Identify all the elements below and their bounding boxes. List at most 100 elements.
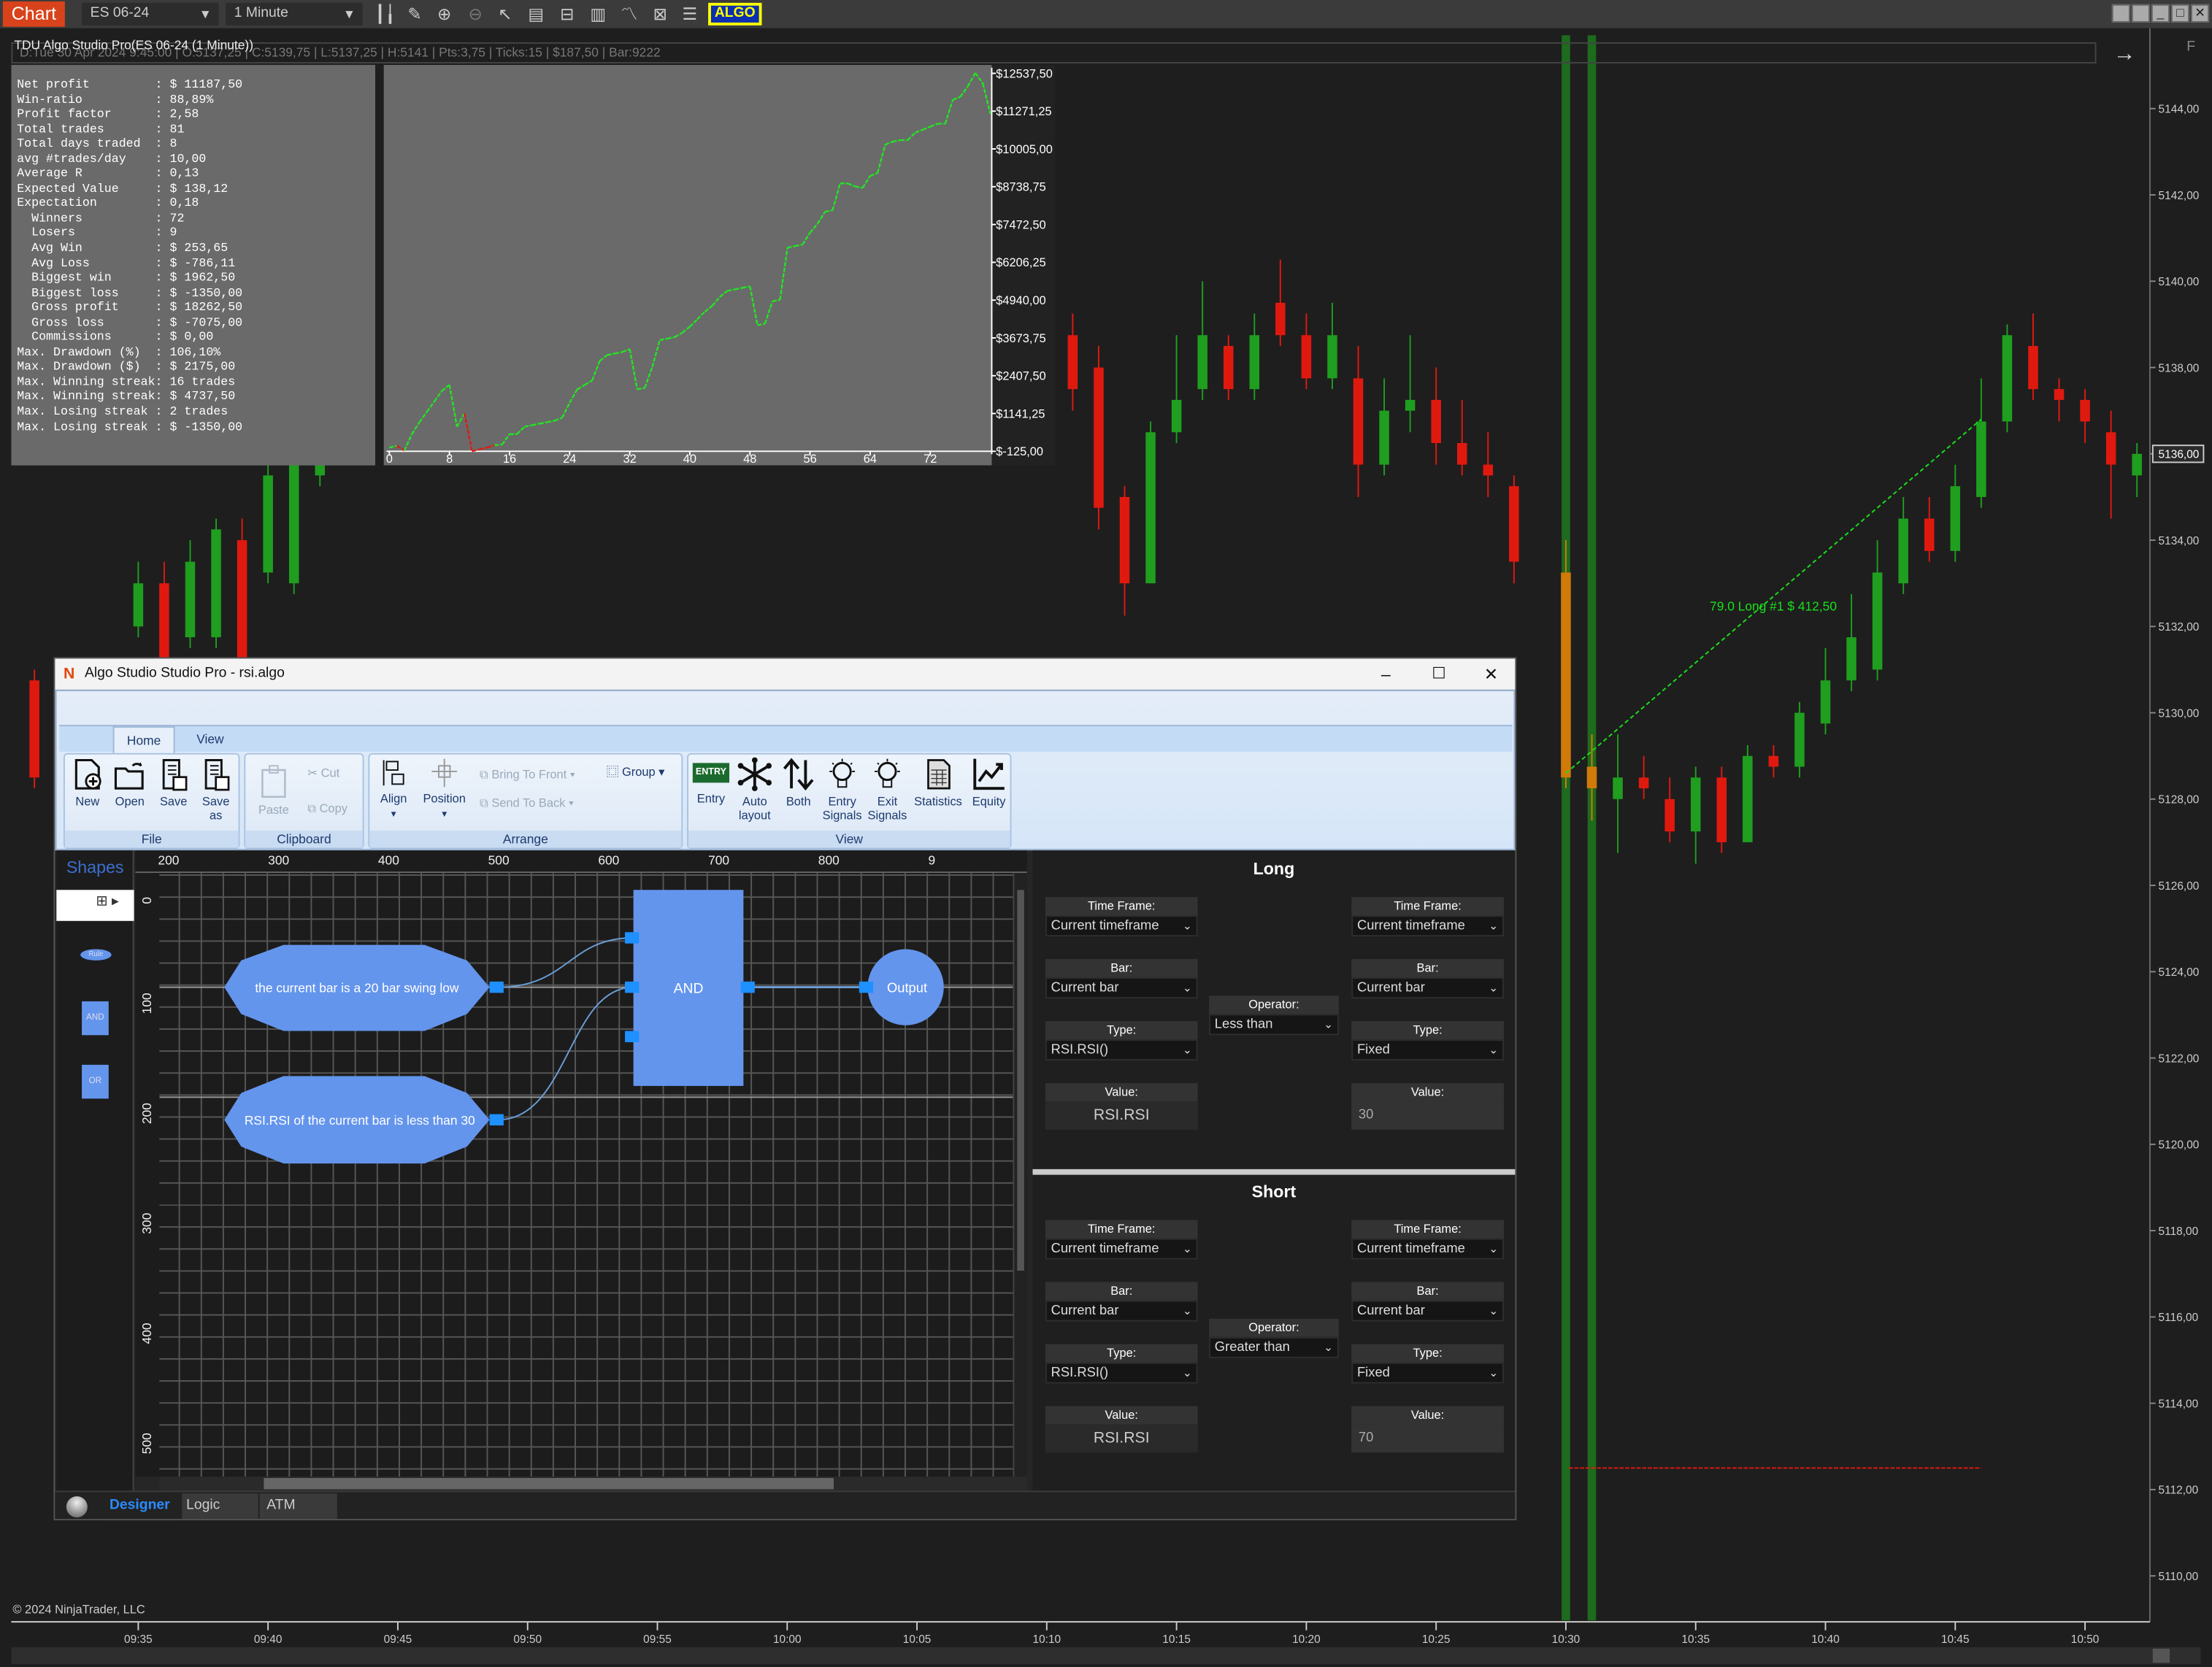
horizontal-scrollbar[interactable] — [11, 1647, 2201, 1665]
candle[interactable] — [1898, 496, 1908, 594]
entry-signals-button[interactable]: Entry Signals — [821, 758, 864, 823]
palette-and[interactable]: AND — [82, 1001, 109, 1036]
right-timeframe-select[interactable]: Current timeframe ⌄ — [1351, 1238, 1504, 1260]
input-port[interactable] — [859, 981, 874, 993]
strategies-icon[interactable]: ⊠ — [649, 3, 672, 26]
save-as-button[interactable]: Save as — [198, 758, 234, 823]
candle[interactable] — [1794, 701, 1805, 778]
candle[interactable] — [237, 518, 247, 681]
minimize-button[interactable]: – — [1381, 658, 1391, 690]
candle[interactable] — [1119, 486, 1130, 616]
right-value-field[interactable]: 70 — [1351, 1424, 1504, 1453]
and-node[interactable]: AND — [625, 890, 755, 1086]
output-port[interactable] — [489, 1114, 504, 1125]
rule-node-rsi[interactable]: RSI.RSI of the current bar is less than … — [224, 1076, 504, 1164]
copy-button[interactable]: ⧉ Copy — [307, 801, 347, 817]
candle[interactable] — [1353, 345, 1364, 497]
candle[interactable] — [2132, 443, 2142, 497]
horizontal-scrollbar[interactable] — [159, 1477, 1027, 1491]
chart-tab[interactable]: Chart — [2, 1, 65, 27]
candle[interactable] — [1820, 647, 1831, 735]
candle[interactable] — [1743, 744, 1753, 842]
candle[interactable] — [1379, 378, 1389, 476]
drawing-tools-icon[interactable]: 〽 — [618, 3, 640, 26]
candle[interactable] — [1846, 593, 1856, 692]
candle[interactable] — [1405, 335, 1416, 433]
candle[interactable] — [185, 540, 196, 648]
candle[interactable] — [1768, 744, 1779, 778]
align-button[interactable]: Align ▼ — [375, 758, 412, 823]
candle[interactable] — [1223, 335, 1234, 400]
input-port[interactable] — [625, 981, 640, 993]
properties-icon[interactable]: ⊟ — [556, 3, 578, 26]
output-port[interactable] — [740, 981, 755, 993]
statistics-button[interactable]: Statistics — [911, 758, 964, 808]
candle[interactable] — [1483, 432, 1494, 497]
candle[interactable] — [1690, 766, 1701, 864]
title-bar[interactable]: N Algo Studio Studio Pro - rsi.algo – ☐ … — [55, 658, 1516, 690]
maximize-button[interactable]: □ — [2170, 4, 2190, 23]
candle[interactable] — [1456, 399, 1467, 476]
candle[interactable] — [2105, 410, 2116, 519]
panel-splitter[interactable] — [1032, 1169, 1516, 1175]
candle[interactable] — [1171, 335, 1182, 444]
chart-trader-icon[interactable]: ▥ — [587, 3, 610, 26]
tab-designer[interactable]: Designer — [100, 1493, 180, 1520]
left-type-select[interactable]: RSI.RSI() ⌄ — [1045, 1362, 1198, 1384]
candle[interactable] — [1249, 313, 1260, 400]
arrow-right-icon[interactable]: → — [2113, 42, 2136, 68]
input-port[interactable] — [625, 932, 640, 944]
candle[interactable] — [1561, 540, 1571, 789]
entry-button[interactable]: ENTRY Entry — [691, 758, 731, 805]
save-button[interactable]: Save — [155, 758, 192, 808]
right-type-select[interactable]: Fixed ⌄ — [1351, 1362, 1504, 1384]
right-bar-select[interactable]: Current bar ⌄ — [1351, 977, 1504, 999]
palette-header[interactable]: ⊞ ▸ — [56, 890, 134, 921]
output-port[interactable] — [489, 981, 504, 993]
candle[interactable] — [2080, 389, 2090, 444]
candle[interactable] — [1431, 367, 1441, 465]
both-button[interactable]: Both — [779, 758, 818, 808]
bring-to-front-button[interactable]: ⧉ Bring To Front ▾ — [480, 767, 575, 782]
indicators-icon[interactable]: ☰ — [678, 3, 701, 26]
pencil-icon[interactable]: ✎ — [404, 3, 426, 26]
right-bar-select[interactable]: Current bar ⌄ — [1351, 1300, 1504, 1322]
rule-node-swing-low[interactable]: the current bar is a 20 bar swing low — [224, 944, 504, 1031]
auto-layout-button[interactable]: Auto layout — [734, 757, 776, 823]
zoom-in-icon[interactable]: ⊕ — [433, 3, 456, 26]
candle[interactable] — [1924, 496, 1935, 562]
close-button[interactable]: ✕ — [2191, 4, 2210, 23]
open-button[interactable]: Open — [112, 758, 148, 808]
window-tile-icon[interactable] — [2111, 4, 2130, 23]
palette-rule[interactable]: Rule — [80, 949, 112, 960]
candle[interactable] — [1950, 464, 1961, 562]
candle[interactable] — [1509, 475, 1519, 584]
right-value-field[interactable]: 30 — [1351, 1101, 1504, 1130]
candle[interactable] — [1145, 421, 1156, 584]
input-port[interactable] — [625, 1031, 640, 1042]
price-axis[interactable] — [2149, 28, 2212, 1636]
app-orb-icon[interactable] — [66, 1496, 88, 1518]
left-bar-select[interactable]: Current bar ⌄ — [1045, 977, 1198, 999]
candle[interactable] — [2002, 324, 2013, 433]
candle[interactable] — [2028, 313, 2038, 400]
exit-signals-button[interactable]: Exit Signals — [866, 758, 908, 823]
pointer-icon[interactable]: ↖ — [494, 3, 516, 26]
left-timeframe-select[interactable]: Current timeframe ⌄ — [1045, 1238, 1198, 1260]
window-restore-icon[interactable] — [2131, 4, 2150, 23]
candle[interactable] — [1716, 766, 1727, 853]
minimize-button[interactable]: _ — [2151, 4, 2170, 23]
candle[interactable] — [1613, 734, 1623, 853]
candle[interactable] — [211, 518, 221, 648]
candle[interactable] — [1197, 281, 1207, 400]
candle[interactable] — [1638, 755, 1649, 799]
zoom-out-icon[interactable]: ⊖ — [464, 3, 487, 26]
tab-view[interactable]: View — [186, 726, 234, 753]
data-box-icon[interactable]: ▤ — [525, 3, 548, 26]
instrument-select[interactable]: ES 06-24 ▼ — [82, 2, 219, 26]
maximize-button[interactable]: ☐ — [1432, 658, 1445, 690]
position-button[interactable]: Position ▼ — [420, 758, 469, 823]
right-timeframe-select[interactable]: Current timeframe ⌄ — [1351, 915, 1504, 937]
equity-button[interactable]: Equity — [968, 758, 1010, 808]
candle[interactable] — [1327, 302, 1337, 390]
